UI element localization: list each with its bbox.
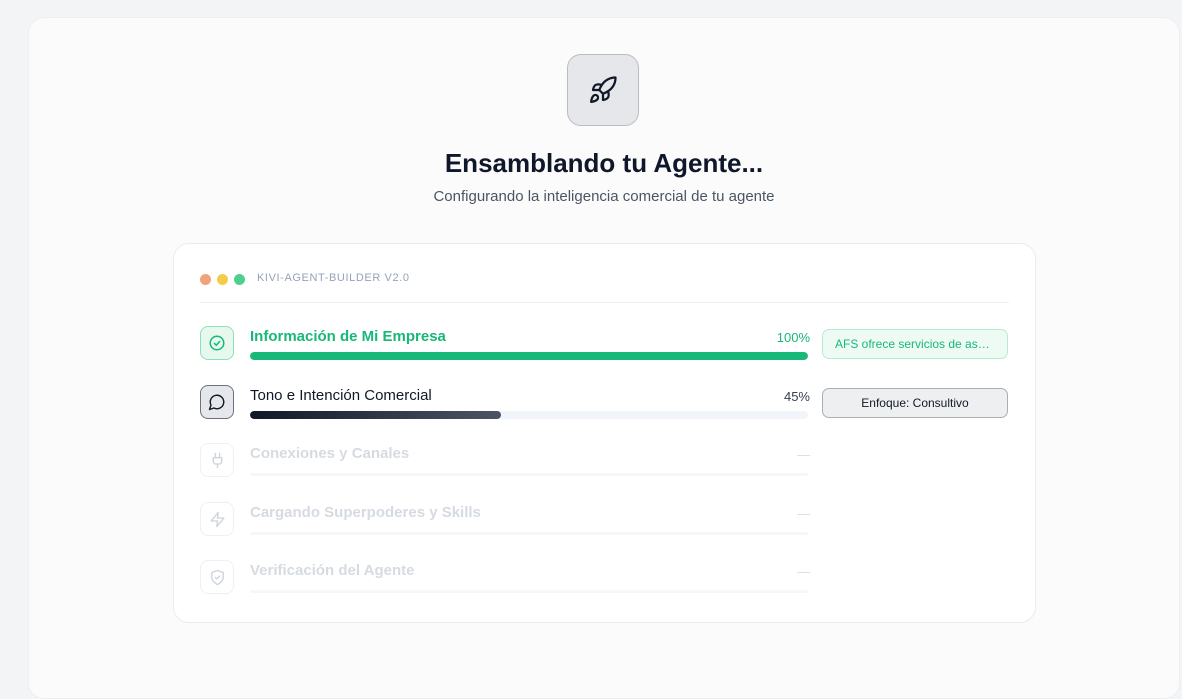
step-tone-intent: Tono e Intención Comercial 45% Enfoque: … (200, 385, 1009, 425)
step-label: Información de Mi Empresa (250, 328, 446, 345)
step-summary-text: AFS ofrece servicios de asesoría (835, 337, 995, 351)
step-agent-verification: Verificación del Agente — (200, 560, 1009, 600)
step-summary-chip: Enfoque: Consultivo (822, 388, 1008, 418)
message-circle-icon (200, 385, 234, 419)
step-progress-bar (250, 411, 808, 419)
step-label: Cargando Superpoderes y Skills (250, 504, 481, 521)
zap-icon (200, 502, 234, 536)
page-subtitle: Configurando la inteligencia comercial d… (433, 188, 775, 205)
builder-terminal-card: KIVI-AGENT-BUILDER V2.0 Información de M… (173, 243, 1036, 623)
step-progress-bar (250, 473, 808, 476)
step-percent: 45% (783, 389, 810, 404)
window-dot-yellow (217, 274, 228, 285)
shield-check-icon (200, 560, 234, 594)
step-company-info: Información de Mi Empresa 100% AFS ofrec… (200, 326, 1009, 366)
step-percent: 100% (776, 330, 810, 345)
step-label: Tono e Intención Comercial (250, 387, 432, 404)
step-progress-bar (250, 590, 808, 593)
step-summary-text: Enfoque: Consultivo (861, 396, 969, 410)
builder-version-label: KIVI-AGENT-BUILDER V2.0 (257, 272, 410, 284)
step-progress-fill (250, 411, 502, 419)
step-summary-chip: AFS ofrece servicios de asesoría (822, 329, 1008, 359)
step-superpowers-skills: Cargando Superpoderes y Skills — (200, 502, 1009, 542)
plug-icon (200, 443, 234, 477)
step-percent: — (797, 506, 810, 521)
step-percent: — (797, 564, 810, 579)
window-dot-green (234, 274, 245, 285)
page-title: Ensamblando tu Agente... (444, 148, 764, 178)
step-progress-fill (250, 352, 808, 360)
check-circle-icon (200, 326, 234, 360)
divider (200, 302, 1009, 303)
step-label: Conexiones y Canales (250, 445, 410, 462)
step-progress-bar (250, 352, 808, 360)
step-progress-bar (250, 532, 808, 535)
window-dots (200, 274, 245, 285)
step-label: Verificación del Agente (250, 562, 415, 579)
builder-page: Ensamblando tu Agente... Configurando la… (28, 17, 1180, 699)
window-dot-red (200, 274, 211, 285)
rocket-icon (567, 54, 639, 126)
step-connections-channels: Conexiones y Canales — (200, 443, 1009, 483)
step-percent: — (797, 447, 810, 462)
